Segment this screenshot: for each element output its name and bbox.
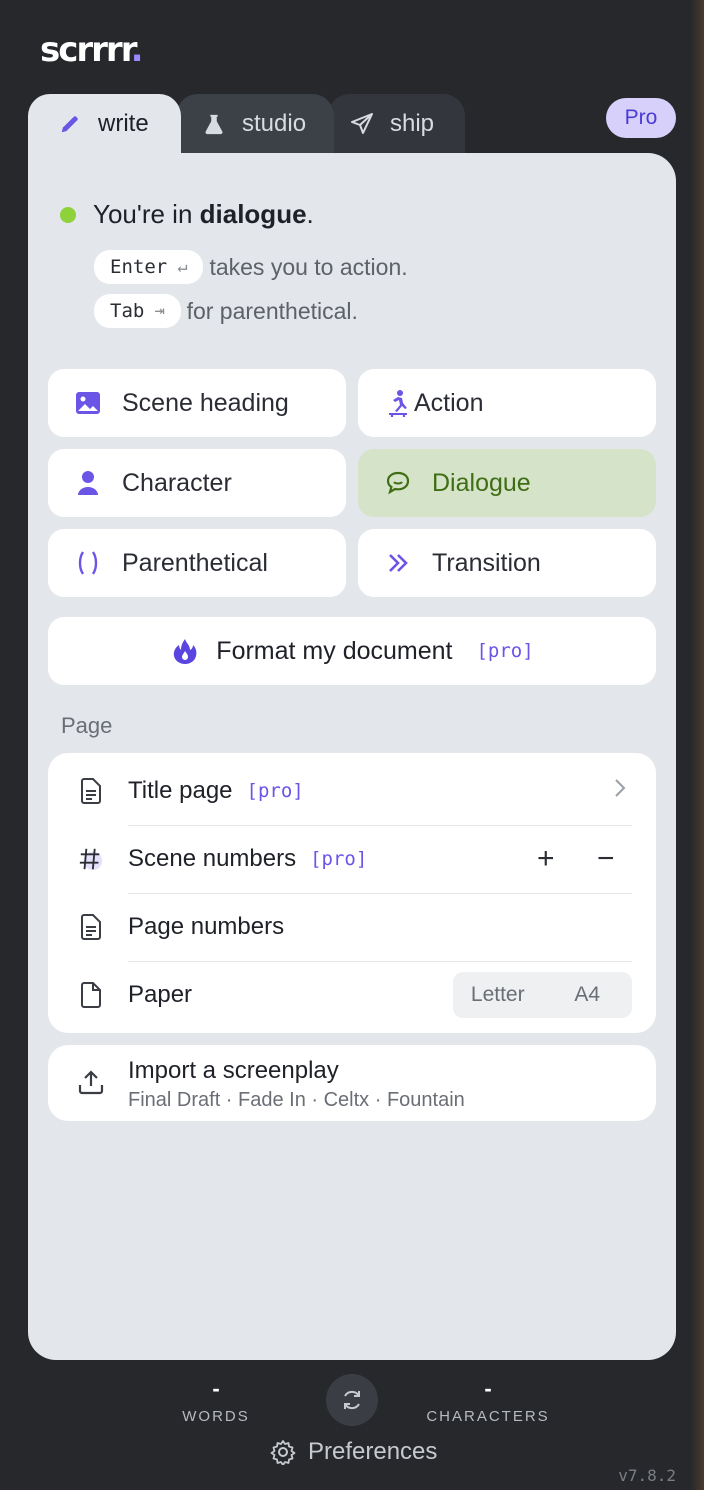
word-count-value: - <box>212 1376 220 1401</box>
import-screenplay-button[interactable]: Import a screenplay Final Draft · Fade I… <box>48 1045 656 1121</box>
send-icon <box>350 112 374 136</box>
scene-heading-label: Scene heading <box>122 388 289 417</box>
scene-numbers-plus-button[interactable]: + <box>537 842 555 876</box>
gear-icon <box>270 1439 296 1466</box>
scene-heading-button[interactable]: Scene heading <box>48 369 346 437</box>
character-button[interactable]: Character <box>48 449 346 517</box>
page-section-label: Page <box>61 713 113 738</box>
upload-icon <box>78 1069 106 1097</box>
title-page-label: Title page <box>128 777 233 804</box>
parentheses-icon <box>74 549 102 577</box>
word-count: - WORDS <box>176 1376 256 1425</box>
scene-numbers-minus-button[interactable]: − <box>597 842 615 876</box>
current-mode: dialogue <box>199 199 307 229</box>
action-button[interactable]: Action <box>358 369 656 437</box>
double-chevron-right-icon <box>384 549 412 577</box>
character-count: - CHARACTERS <box>420 1376 556 1425</box>
version-label: v7.8.2 <box>618 1466 676 1485</box>
image-icon <box>74 389 102 417</box>
refresh-icon <box>344 1390 360 1410</box>
logo-text: scrrrr <box>40 30 133 70</box>
mode-status: You're in dialogue. <box>60 199 314 230</box>
logo-dot: . <box>130 30 144 70</box>
preferences-label: Preferences <box>308 1438 438 1465</box>
status-dot <box>60 206 76 223</box>
parenthetical-button[interactable]: Parenthetical <box>48 529 346 597</box>
hash-icon <box>78 845 104 873</box>
fire-icon <box>170 636 200 666</box>
preferences-button[interactable]: Preferences <box>270 1438 437 1466</box>
hint-tab: Tab ⇥ for parenthetical. <box>94 294 358 328</box>
hint-enter-text: takes you to action. <box>209 253 408 280</box>
tab-studio[interactable]: studio <box>176 94 334 154</box>
transition-button[interactable]: Transition <box>358 529 656 597</box>
paper-size-selector[interactable]: Letter A4 <box>453 972 632 1018</box>
format-document-button[interactable]: Format my document [pro] <box>48 617 656 685</box>
tab-key-icon: ⇥ <box>154 301 165 321</box>
tab-ship-label: ship <box>390 110 435 137</box>
tab-ship[interactable]: ship <box>328 94 465 154</box>
kbd-enter: Enter ↵ <box>94 250 204 284</box>
window-edge <box>690 0 704 1490</box>
pro-badge[interactable]: Pro <box>606 98 676 138</box>
hint-tab-text: for parenthetical. <box>186 297 358 324</box>
skater-icon <box>384 389 412 417</box>
tab-write[interactable]: write <box>28 94 181 154</box>
hint-enter: Enter ↵ takes you to action. <box>94 250 408 284</box>
import-title: Import a screenplay <box>128 1057 339 1084</box>
person-icon <box>74 469 102 497</box>
pro-tag: [pro] <box>246 780 304 802</box>
speech-bubble-icon <box>384 469 412 497</box>
document-icon <box>78 913 104 941</box>
import-formats: Final Draft · Fade In · Celtx · Fountain <box>128 1089 465 1111</box>
pro-tag: [pro] <box>310 848 368 870</box>
character-label: Character <box>122 468 232 497</box>
word-count-label: WORDS <box>182 1408 250 1425</box>
pencil-icon <box>58 112 82 136</box>
pro-tag: [pro] <box>476 640 534 662</box>
paper-row: Paper Letter A4 <box>48 961 656 1029</box>
refresh-button[interactable] <box>326 1374 378 1426</box>
status-text: You're in dialogue. <box>93 199 314 229</box>
page-numbers-label: Page numbers <box>128 913 285 940</box>
format-document-label: Format my document <box>216 636 453 665</box>
chevron-right-icon <box>614 777 626 805</box>
page-settings-card: Title page [pro] Scene numbers [pro] + − P… <box>48 753 656 1033</box>
blank-page-icon <box>78 981 104 1009</box>
return-icon: ↵ <box>177 257 188 277</box>
write-panel: You're in dialogue. Enter ↵ takes you to … <box>28 153 676 1360</box>
character-count-label: CHARACTERS <box>426 1408 550 1425</box>
tab-write-label: write <box>98 110 149 137</box>
action-label: Action <box>414 388 484 417</box>
scene-numbers-row: Scene numbers [pro] + − <box>48 825 656 893</box>
title-page-row[interactable]: Title page [pro] <box>48 757 656 825</box>
paper-label: Paper <box>128 981 193 1008</box>
app-logo: scrrrr. <box>40 30 144 70</box>
paper-option-letter[interactable]: Letter <box>453 983 543 1007</box>
paper-option-a4[interactable]: A4 <box>543 983 633 1007</box>
tab-studio-label: studio <box>242 110 307 137</box>
scene-numbers-label: Scene numbers <box>128 845 297 872</box>
dialogue-button[interactable]: Dialogue <box>358 449 656 517</box>
kbd-tab: Tab ⇥ <box>94 294 181 328</box>
document-icon <box>78 777 104 805</box>
transition-label: Transition <box>432 548 541 577</box>
dialogue-label: Dialogue <box>432 468 531 497</box>
flask-icon <box>202 112 226 136</box>
parenthetical-label: Parenthetical <box>122 548 268 577</box>
character-count-value: - <box>484 1376 492 1401</box>
page-numbers-row[interactable]: Page numbers <box>48 893 656 961</box>
